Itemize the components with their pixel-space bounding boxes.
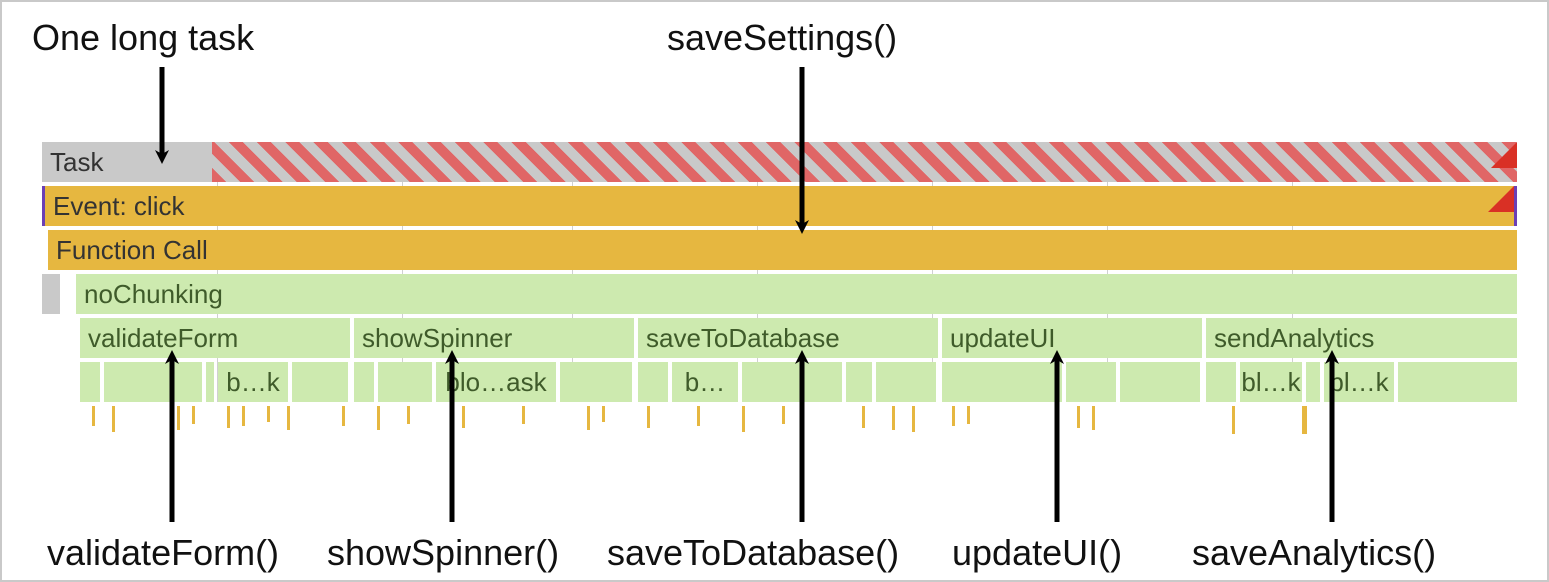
block[interactable] — [638, 362, 668, 402]
tick — [1302, 406, 1307, 434]
task-bar-short[interactable]: Task — [42, 142, 212, 182]
tick — [112, 406, 115, 432]
block[interactable] — [354, 362, 374, 402]
tick — [1232, 406, 1235, 434]
block[interactable] — [206, 362, 214, 402]
block-bk[interactable]: b…k — [218, 362, 288, 402]
block[interactable] — [942, 362, 1062, 402]
tick — [1077, 406, 1080, 428]
fn-savetodatabase[interactable]: saveToDatabase — [638, 318, 938, 358]
block[interactable] — [378, 362, 432, 402]
block[interactable] — [80, 362, 100, 402]
tick — [782, 406, 785, 424]
tick — [287, 406, 290, 430]
function-call-bar[interactable]: Function Call — [48, 230, 1517, 270]
fn-validateform[interactable]: validateForm — [80, 318, 350, 358]
tick — [967, 406, 970, 424]
block-bloask[interactable]: blo…ask — [436, 362, 556, 402]
tick — [697, 406, 700, 426]
tick — [267, 406, 270, 422]
tick — [242, 406, 245, 426]
anno-showspinner: showSpinner() — [327, 532, 559, 574]
row-nochunking: noChunking — [42, 274, 1517, 314]
event-click-bar[interactable]: Event: click — [45, 186, 1514, 226]
anno-savetodatabase: saveToDatabase() — [607, 532, 899, 574]
anno-updateui: updateUI() — [952, 532, 1122, 574]
block[interactable] — [560, 362, 632, 402]
row-function-call: Function Call — [42, 230, 1517, 270]
row-task: Task — [42, 142, 1517, 182]
tick — [462, 406, 465, 428]
row-event-click: Event: click — [42, 186, 1517, 226]
block[interactable] — [1206, 362, 1236, 402]
anno-savesettings: saveSettings() — [667, 17, 897, 59]
tick — [407, 406, 410, 424]
long-task-warning-icon — [1491, 142, 1517, 168]
tick — [177, 406, 180, 430]
tick — [227, 406, 230, 428]
tick — [952, 406, 955, 426]
tick — [1092, 406, 1095, 430]
block[interactable] — [1120, 362, 1200, 402]
task-bar-long-blocking[interactable] — [212, 142, 1517, 182]
tick — [912, 406, 915, 432]
block[interactable] — [1066, 362, 1116, 402]
small-gray-block[interactable] — [42, 274, 60, 314]
row-functions: validateForm showSpinner saveToDatabase … — [42, 318, 1517, 358]
devtools-flamechart-annotated: One long task saveSettings() Task Event:… — [0, 0, 1549, 582]
tick-markers — [42, 406, 1517, 440]
block[interactable] — [104, 362, 202, 402]
tick — [342, 406, 345, 426]
anno-one-long-task: One long task — [32, 17, 254, 59]
row-blocks: b…k blo…ask b… bl…k bl…k — [42, 362, 1517, 402]
flame-chart: Task Event: click Function Call noChunki… — [42, 142, 1517, 440]
block-blk1[interactable]: bl…k — [1240, 362, 1302, 402]
fn-showspinner[interactable]: showSpinner — [354, 318, 634, 358]
block[interactable] — [846, 362, 872, 402]
tick — [587, 406, 590, 430]
tick — [862, 406, 865, 428]
tick — [377, 406, 380, 430]
block[interactable] — [292, 362, 348, 402]
block[interactable] — [1398, 362, 1517, 402]
tick — [647, 406, 650, 428]
tick — [192, 406, 195, 424]
anno-validateform: validateForm() — [47, 532, 279, 574]
tick — [92, 406, 95, 426]
tick — [742, 406, 745, 432]
anno-saveanalytics: saveAnalytics() — [1192, 532, 1436, 574]
block[interactable] — [876, 362, 936, 402]
fn-sendanalytics[interactable]: sendAnalytics — [1206, 318, 1517, 358]
block-blk2[interactable]: bl…k — [1324, 362, 1394, 402]
event-warning-icon — [1488, 186, 1514, 212]
fn-updateui[interactable]: updateUI — [942, 318, 1202, 358]
nochunking-bar[interactable]: noChunking — [76, 274, 1517, 314]
block-b[interactable]: b… — [672, 362, 738, 402]
tick — [522, 406, 525, 424]
tick — [602, 406, 605, 422]
block[interactable] — [742, 362, 842, 402]
event-end-marker — [1514, 186, 1517, 226]
block[interactable] — [1306, 362, 1320, 402]
tick — [892, 406, 895, 430]
